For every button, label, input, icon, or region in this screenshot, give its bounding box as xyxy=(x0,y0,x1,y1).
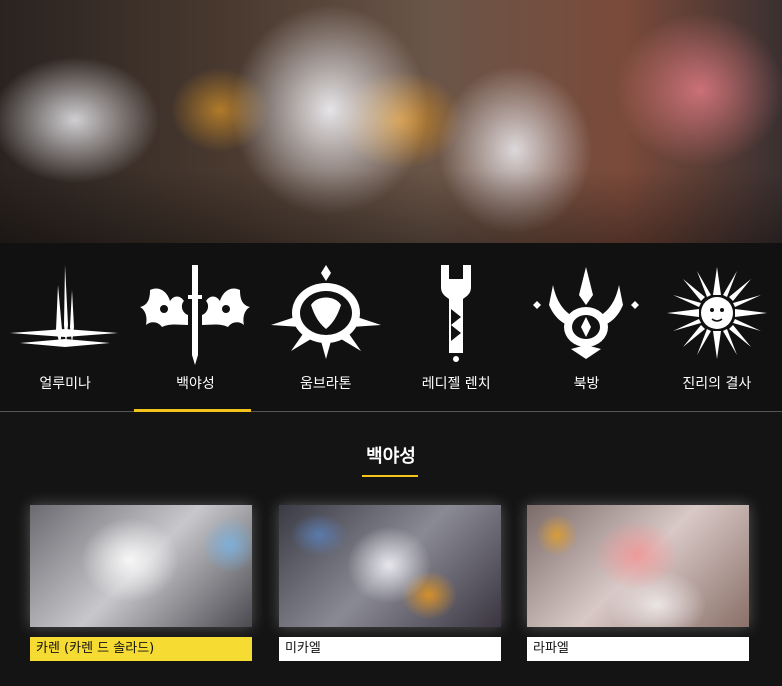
character-name[interactable]: 카렌 (카렌 드 솔라드) xyxy=(30,637,252,661)
tab-society-of-truth[interactable]: 진리의 결사 xyxy=(652,243,782,411)
character-portrait[interactable] xyxy=(527,505,749,627)
hero-banner-image xyxy=(0,0,782,243)
character-card-karen[interactable]: 카렌 (카렌 드 솔라드) xyxy=(30,505,252,661)
tab-label: 움브라톤 xyxy=(300,376,352,392)
tab-alumina[interactable]: 얼루미나 xyxy=(0,243,130,411)
character-portrait[interactable] xyxy=(279,505,501,627)
tab-label: 레디젤 렌치 xyxy=(421,376,491,392)
character-name[interactable]: 미카엘 xyxy=(279,637,501,661)
tab-radiegel-wrench[interactable]: 레디젤 렌치 xyxy=(391,243,521,411)
character-card-raphael[interactable]: 라파엘 xyxy=(527,505,749,661)
sun-icon xyxy=(666,267,767,359)
banner-shade xyxy=(0,0,782,243)
tab-label: 진리의 결사 xyxy=(682,376,752,392)
character-portrait[interactable] xyxy=(30,505,252,627)
tab-label: 얼루미나 xyxy=(39,376,91,392)
faction-tabs: 얼루미나 백야성 움브라톤 레디젤 렌치 북방 진리의 결사 xyxy=(0,243,782,412)
character-name[interactable]: 라파엘 xyxy=(527,637,749,661)
section-title-underline xyxy=(362,475,418,477)
section-heading: 백야성 xyxy=(0,442,782,477)
character-card-list: 카렌 (카렌 드 솔라드) 미카엘 라파엘 xyxy=(0,505,782,665)
tab-label: 북방 xyxy=(573,376,600,392)
north-crest-icon xyxy=(533,267,640,359)
section-title: 백야성 xyxy=(366,446,416,467)
wrench-icon xyxy=(441,265,472,362)
tab-umbraton[interactable]: 움브라톤 xyxy=(261,243,391,411)
tab-baekyaseong[interactable]: 백야성 xyxy=(130,243,260,412)
alumina-cross-icon xyxy=(10,265,119,347)
character-card-michael[interactable]: 미카엘 xyxy=(279,505,501,661)
tab-label: 백야성 xyxy=(176,376,215,392)
sword-emblem-icon xyxy=(140,265,251,365)
tab-north[interactable]: 북방 xyxy=(521,243,651,411)
umbraton-crest-icon xyxy=(270,265,381,359)
